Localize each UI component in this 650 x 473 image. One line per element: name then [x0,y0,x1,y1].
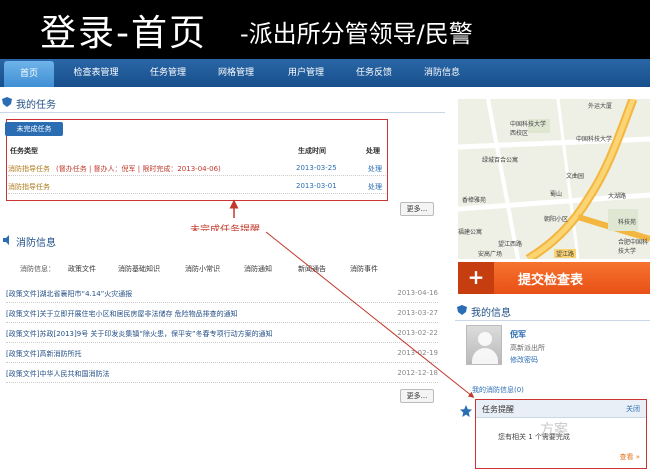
popup-pointer [265,231,475,398]
annotation-arrows [229,199,475,398]
slide: 登录-首页 -派出所分管领导/民警 首页 检查表管理 任务管理 网格管理 用户管… [0,0,650,473]
